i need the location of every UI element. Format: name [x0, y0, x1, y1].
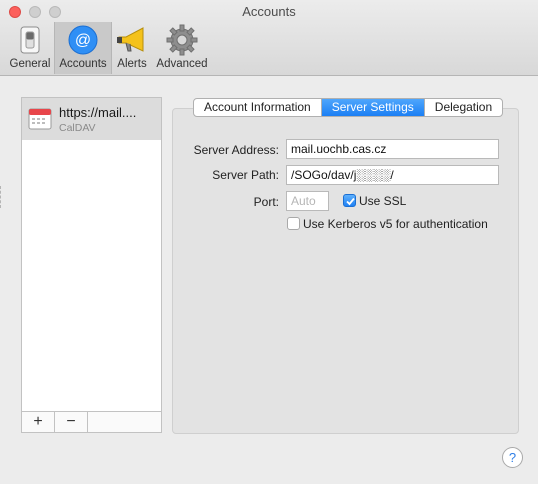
- account-list: https://mail.... CalDAV + −: [21, 97, 162, 433]
- server-address-field[interactable]: [286, 139, 499, 159]
- settings-tabs: Account Information Server Settings Dele…: [193, 98, 504, 117]
- server-path-field[interactable]: [286, 165, 499, 185]
- toolbar-item-accounts[interactable]: @ Accounts: [54, 22, 112, 74]
- checkmark-icon: [346, 197, 355, 206]
- svg-text:@: @: [75, 32, 91, 49]
- remove-account-button[interactable]: −: [55, 412, 88, 432]
- toolbar-label: Accounts: [59, 58, 107, 70]
- use-ssl-label: Use SSL: [359, 194, 407, 208]
- at-sign-icon: @: [67, 24, 99, 56]
- preferences-window: Accounts General @ Accounts Alerts Advan…: [0, 0, 538, 484]
- server-path-label: Server Path:: [212, 168, 279, 182]
- kerberos-checkbox[interactable]: [287, 217, 300, 230]
- toolbar-item-general[interactable]: General: [6, 22, 54, 74]
- tab-server-settings[interactable]: Server Settings: [321, 99, 425, 116]
- toolbar: Accounts General @ Accounts Alerts Advan…: [0, 0, 538, 76]
- toolbar-label: General: [9, 58, 51, 70]
- window-resize-edge: [0, 186, 3, 208]
- help-button[interactable]: ?: [502, 447, 523, 468]
- general-switch-icon: [14, 24, 46, 56]
- add-account-button[interactable]: +: [22, 412, 55, 432]
- tab-account-information[interactable]: Account Information: [194, 99, 322, 116]
- use-ssl-checkbox[interactable]: [343, 194, 356, 207]
- account-list-item[interactable]: https://mail.... CalDAV: [22, 98, 161, 140]
- calendar-icon: [28, 107, 52, 131]
- server-address-label: Server Address:: [193, 143, 279, 157]
- port-field[interactable]: [286, 191, 329, 211]
- tab-delegation[interactable]: Delegation: [425, 99, 502, 116]
- gear-icon: [166, 24, 198, 56]
- toolbar-item-alerts[interactable]: Alerts: [112, 22, 152, 74]
- account-type: CalDAV: [59, 122, 96, 134]
- toolbar-item-advanced[interactable]: Advanced: [152, 22, 212, 74]
- toolbar-label: Alerts: [117, 58, 147, 70]
- port-label: Port:: [253, 195, 279, 209]
- toolbar-label: Advanced: [156, 58, 208, 70]
- account-name: https://mail....: [59, 105, 137, 120]
- window-title: Accounts: [242, 4, 296, 19]
- account-list-controls: + −: [22, 411, 161, 432]
- kerberos-label: Use Kerberos v5 for authentication: [303, 217, 488, 231]
- megaphone-icon: [116, 24, 148, 56]
